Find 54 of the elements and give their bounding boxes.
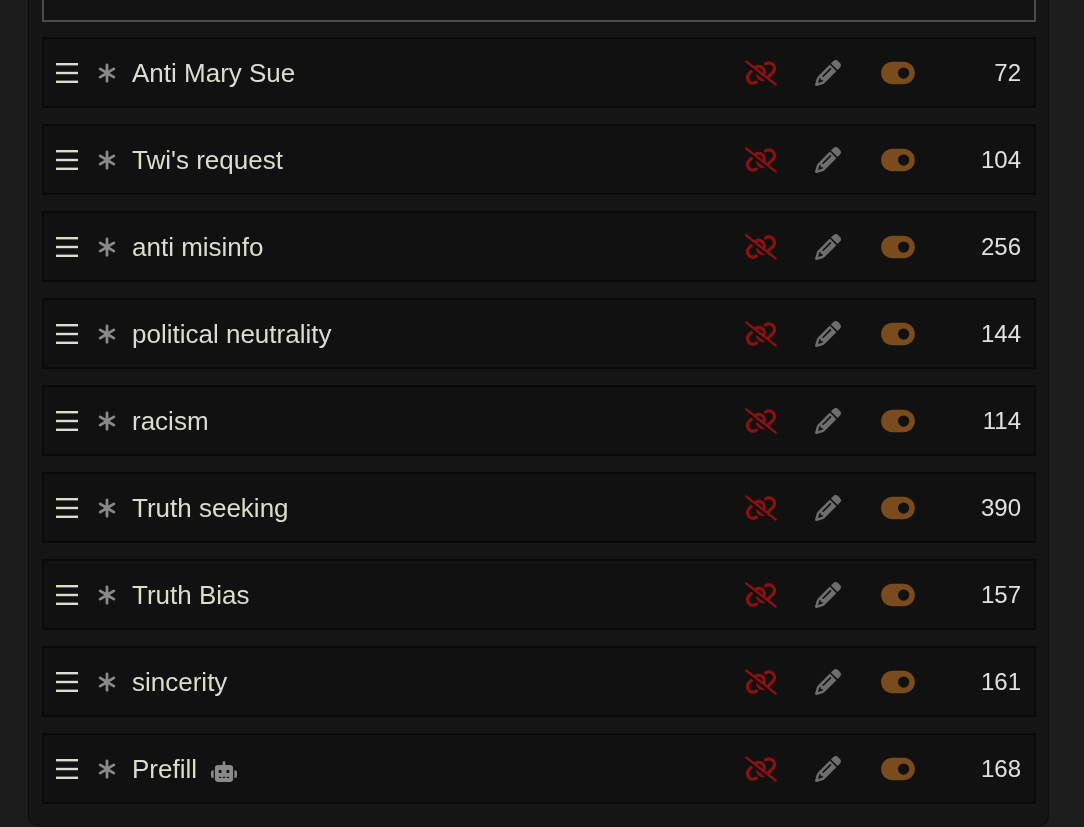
token-count: 256 <box>979 234 1021 259</box>
asterisk-icon <box>96 148 118 171</box>
asterisk-icon <box>96 235 118 258</box>
pencil-icon[interactable] <box>815 755 841 782</box>
drag-handle-icon[interactable] <box>56 323 78 344</box>
prompt-name: sincerity <box>132 668 228 695</box>
prompt-name: Anti Mary Sue <box>132 59 296 86</box>
token-count: 72 <box>993 60 1021 85</box>
asterisk-icon <box>96 409 118 432</box>
prompt-name: political neutrality <box>132 320 332 347</box>
pencil-icon[interactable] <box>815 668 841 695</box>
broken-link-icon[interactable] <box>745 668 777 695</box>
drag-handle-icon[interactable] <box>56 410 78 431</box>
token-count: 157 <box>979 582 1021 607</box>
pencil-icon[interactable] <box>815 407 841 434</box>
asterisk-icon <box>96 583 118 606</box>
asterisk-icon <box>96 322 118 345</box>
broken-link-icon[interactable] <box>745 233 777 260</box>
broken-link-icon[interactable] <box>745 59 777 86</box>
asterisk-icon <box>96 757 118 780</box>
pencil-icon[interactable] <box>815 59 841 86</box>
token-count: 161 <box>979 669 1021 694</box>
token-count: 390 <box>979 495 1021 520</box>
pencil-icon[interactable] <box>815 146 841 173</box>
asterisk-icon <box>96 61 118 84</box>
token-count: 104 <box>979 147 1021 172</box>
broken-link-icon[interactable] <box>745 494 777 521</box>
drag-handle-icon[interactable] <box>56 236 78 257</box>
prompt-name: Twi's request <box>132 146 283 173</box>
drag-handle-icon[interactable] <box>56 497 78 518</box>
broken-link-icon[interactable] <box>745 755 777 782</box>
pencil-icon[interactable] <box>815 581 841 608</box>
drag-handle-icon[interactable] <box>56 62 78 83</box>
broken-link-icon[interactable] <box>745 581 777 608</box>
asterisk-icon <box>96 496 118 519</box>
pencil-icon[interactable] <box>815 320 841 347</box>
pencil-icon[interactable] <box>815 233 841 260</box>
broken-link-icon[interactable] <box>745 407 777 434</box>
prompt-name: Truth seeking <box>132 494 289 521</box>
drag-handle-icon[interactable] <box>56 671 78 692</box>
drag-handle-icon[interactable] <box>56 758 78 779</box>
broken-link-icon[interactable] <box>745 146 777 173</box>
token-count: 144 <box>979 321 1021 346</box>
drag-handle-icon[interactable] <box>56 584 78 605</box>
broken-link-icon[interactable] <box>745 320 777 347</box>
asterisk-icon <box>96 670 118 693</box>
pencil-icon[interactable] <box>815 494 841 521</box>
drag-handle-icon[interactable] <box>56 149 78 170</box>
prompt-name: Truth Bias <box>132 581 250 608</box>
token-count: 168 <box>979 756 1021 781</box>
token-count: 114 <box>981 408 1021 433</box>
prompt-name: anti misinfo <box>132 233 264 260</box>
prompt-name: racism <box>132 407 209 434</box>
prompt-name: Prefill <box>132 755 197 782</box>
